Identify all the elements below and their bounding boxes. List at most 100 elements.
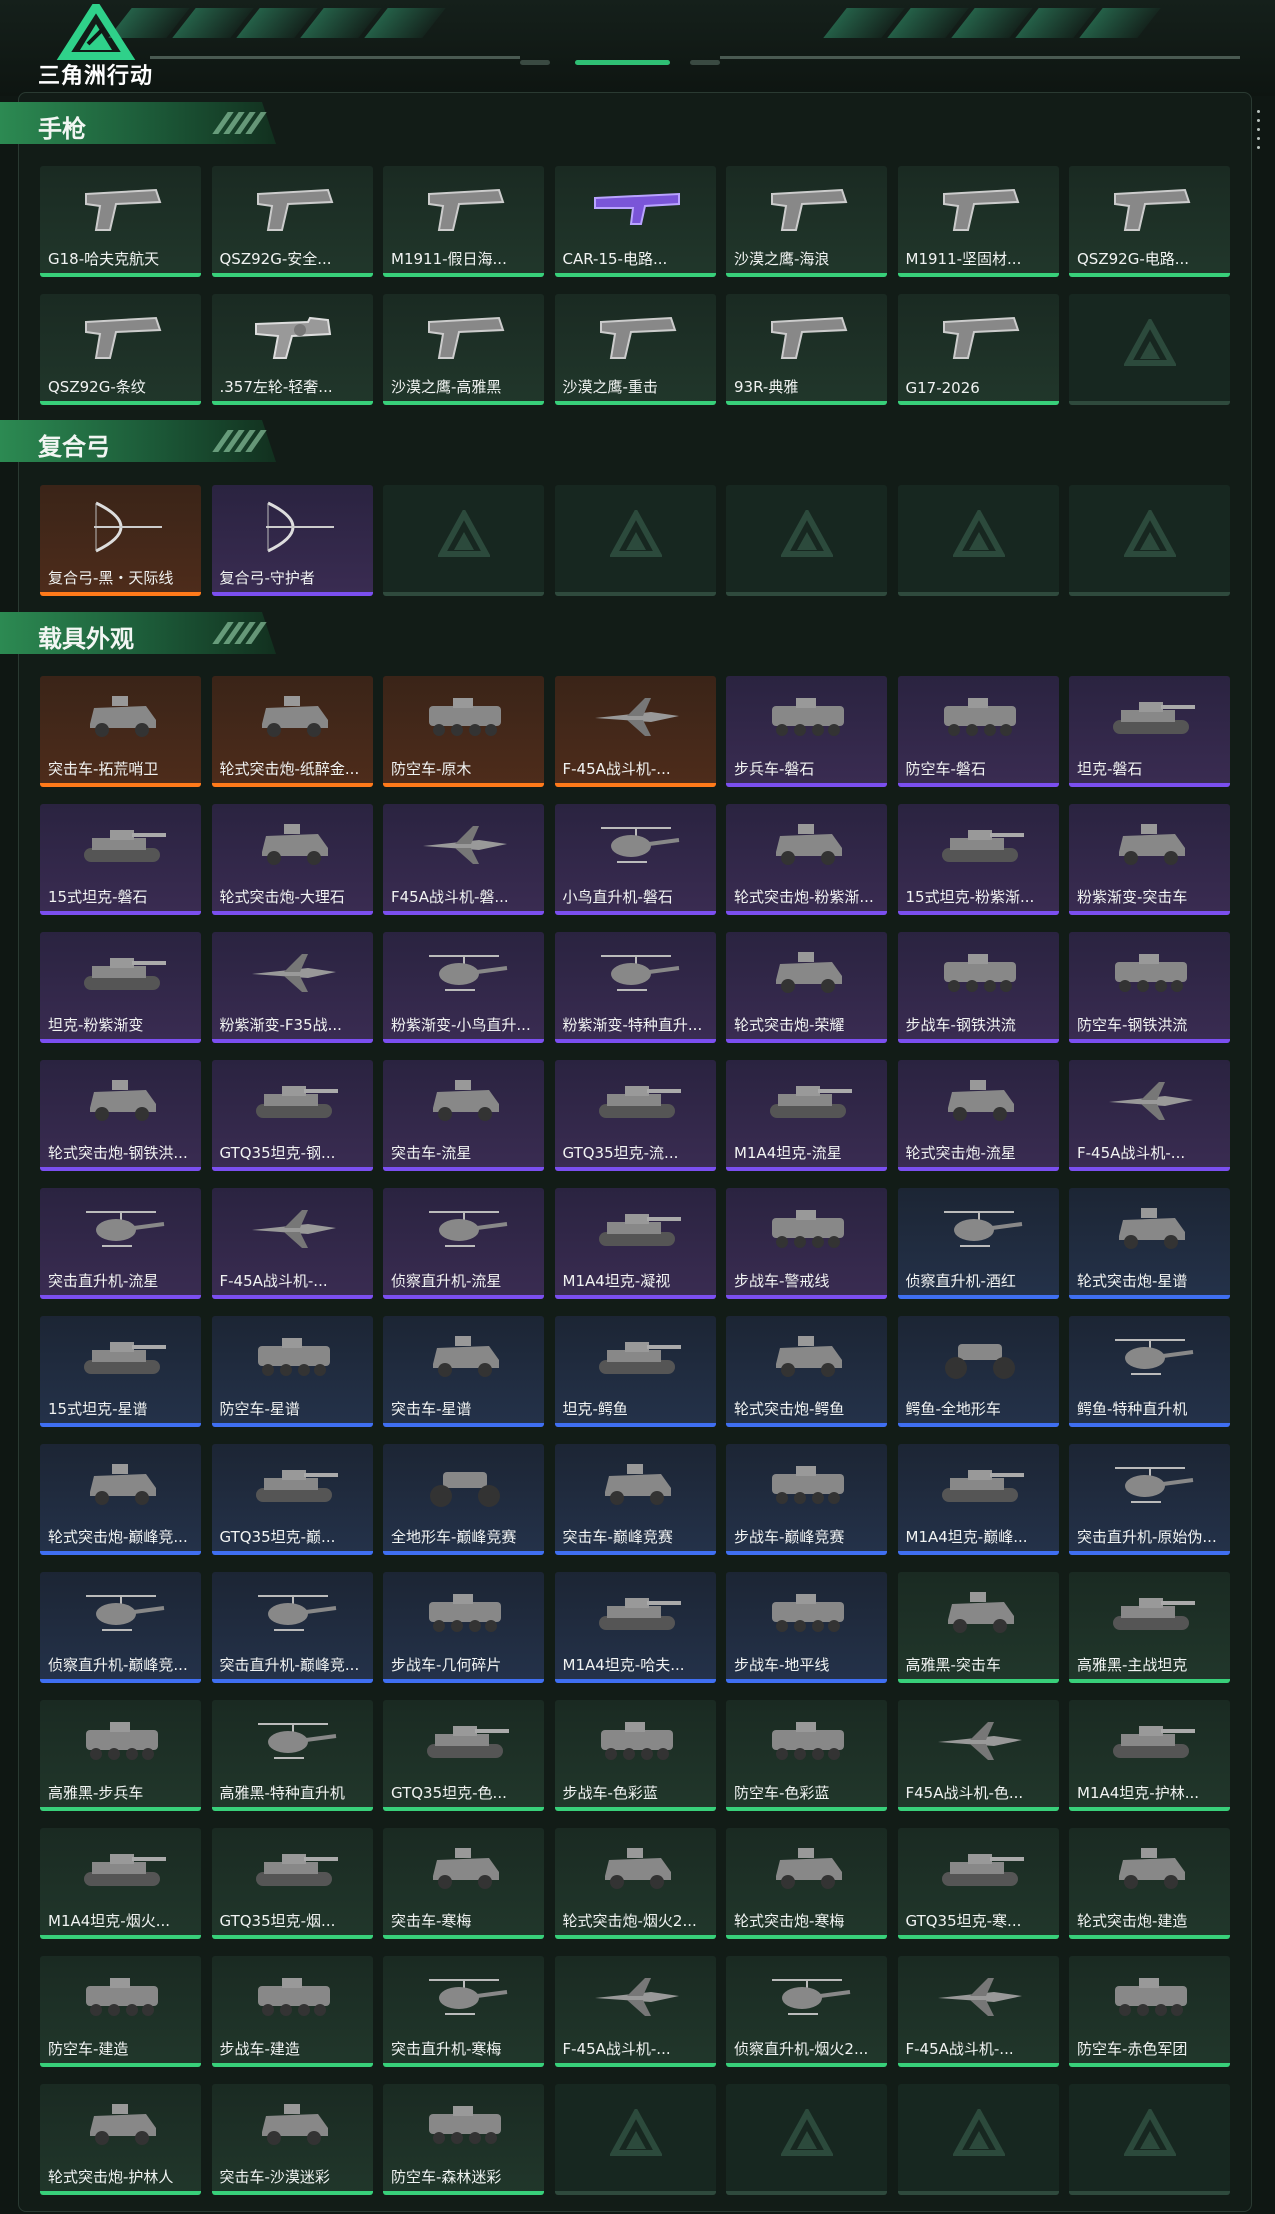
skin-card[interactable]: 轮式突击炮-流星 — [897, 1060, 1059, 1171]
skin-card[interactable]: GTQ35坦克-钢... — [211, 1060, 373, 1171]
skin-card[interactable]: 高雅黑-主战坦克 — [1069, 1572, 1230, 1683]
skin-card[interactable]: GTQ35坦克-寒... — [897, 1828, 1059, 1939]
skin-card[interactable]: 步战车-建造 — [211, 1956, 373, 2067]
skin-card[interactable]: 轮式突击炮-巅峰竞... — [40, 1444, 201, 1555]
skin-card[interactable]: 突击直升机-巅峰竞... — [211, 1572, 373, 1683]
skin-card[interactable]: 93R-典雅 — [726, 294, 887, 405]
skin-card[interactable]: 突击车-拓荒哨卫 — [40, 676, 201, 787]
skin-card[interactable]: F-45A战斗机-... — [897, 1956, 1059, 2067]
section-header-compound-bow[interactable]: 复合弓 — [0, 420, 276, 462]
skin-card[interactable]: G18-哈夫克航天 — [40, 166, 201, 277]
skin-card[interactable]: 突击车-星谱 — [383, 1316, 544, 1427]
skin-card[interactable]: 高雅黑-突击车 — [897, 1572, 1059, 1683]
skin-card[interactable]: 15式坦克-粉紫渐... — [897, 804, 1059, 915]
skin-card[interactable]: 15式坦克-磐石 — [40, 804, 201, 915]
skin-card[interactable]: 步战车-色彩蓝 — [554, 1700, 716, 1811]
skin-card[interactable]: 高雅黑-步兵车 — [40, 1700, 201, 1811]
skin-card[interactable]: 轮式突击炮-钢铁洪... — [40, 1060, 201, 1171]
skin-card[interactable]: CAR-15-电路... — [554, 166, 716, 277]
skin-card[interactable]: 侦察直升机-酒红 — [897, 1188, 1059, 1299]
skin-card[interactable]: 突击车-寒梅 — [383, 1828, 544, 1939]
skin-card[interactable]: 防空车-建造 — [40, 1956, 201, 2067]
skin-card[interactable]: 防空车-钢铁洪流 — [1069, 932, 1230, 1043]
skin-card[interactable]: 轮式突击炮-纸醉金... — [211, 676, 373, 787]
skin-card[interactable]: F-45A战斗机-... — [554, 1956, 716, 2067]
skin-card[interactable]: G17-2026 — [897, 294, 1059, 405]
skin-card[interactable]: M1A4坦克-巅峰... — [897, 1444, 1059, 1555]
skin-card[interactable]: 突击车-沙漠迷彩 — [211, 2084, 373, 2195]
skin-card[interactable]: 防空车-磐石 — [897, 676, 1059, 787]
skin-card[interactable]: 沙漠之鹰-海浪 — [726, 166, 887, 277]
skin-card[interactable]: 沙漠之鹰-高雅黑 — [383, 294, 544, 405]
skin-card[interactable]: 鳄鱼-特种直升机 — [1069, 1316, 1230, 1427]
skin-card[interactable]: 粉紫渐变-突击车 — [1069, 804, 1230, 915]
skin-card[interactable]: 轮式突击炮-粉紫渐... — [726, 804, 887, 915]
skin-card[interactable]: 粉紫渐变-特种直升... — [554, 932, 716, 1043]
skin-card[interactable]: 步战车-警戒线 — [726, 1188, 887, 1299]
skin-card[interactable]: M1911-假日海... — [383, 166, 544, 277]
skin-card[interactable]: M1911-坚固材... — [897, 166, 1059, 277]
empty-skin-slot — [383, 485, 544, 596]
skin-card[interactable]: F-45A战斗机-... — [554, 676, 716, 787]
skin-card[interactable]: QSZ92G-电路... — [1069, 166, 1230, 277]
skin-card[interactable]: 轮式突击炮-护林人 — [40, 2084, 201, 2195]
skin-card[interactable]: .357左轮-轻奢... — [211, 294, 373, 405]
skin-card[interactable]: 防空车-赤色军团 — [1069, 1956, 1230, 2067]
skin-card[interactable]: QSZ92G-安全... — [211, 166, 373, 277]
skin-card[interactable]: F-45A战斗机-... — [211, 1188, 373, 1299]
skin-card[interactable]: 轮式突击炮-星谱 — [1069, 1188, 1230, 1299]
skin-card[interactable]: 高雅黑-特种直升机 — [211, 1700, 373, 1811]
skin-card[interactable]: 粉紫渐变-F35战... — [211, 932, 373, 1043]
skin-card[interactable]: 坦克-粉紫渐变 — [40, 932, 201, 1043]
skin-card[interactable]: 小鸟直升机-磐石 — [554, 804, 716, 915]
skin-card[interactable]: 轮式突击炮-大理石 — [211, 804, 373, 915]
skin-card[interactable]: 步战车-地平线 — [726, 1572, 887, 1683]
scroll-indicator[interactable] — [1257, 110, 1261, 155]
skin-card[interactable]: 沙漠之鹰-重击 — [554, 294, 716, 405]
skin-card[interactable]: 突击直升机-流星 — [40, 1188, 201, 1299]
skin-card[interactable]: 坦克-磐石 — [1069, 676, 1230, 787]
skin-card[interactable]: 粉紫渐变-小鸟直升... — [383, 932, 544, 1043]
skin-card[interactable]: 步战车-几何碎片 — [383, 1572, 544, 1683]
section-header-pistols[interactable]: 手枪 — [0, 102, 276, 144]
skin-card[interactable]: QSZ92G-条纹 — [40, 294, 201, 405]
skin-card[interactable]: 轮式突击炮-建造 — [1069, 1828, 1230, 1939]
skin-card[interactable]: GTQ35坦克-色... — [383, 1700, 544, 1811]
skin-card[interactable]: 鳄鱼-全地形车 — [897, 1316, 1059, 1427]
skin-card[interactable]: 侦察直升机-流星 — [383, 1188, 544, 1299]
skin-card[interactable]: 步战车-巅峰竞赛 — [726, 1444, 887, 1555]
skin-card[interactable]: GTQ35坦克-烟... — [211, 1828, 373, 1939]
skin-card[interactable]: 侦察直升机-烟火2... — [726, 1956, 887, 2067]
skin-card[interactable]: 防空车-原木 — [383, 676, 544, 787]
skin-card[interactable]: 轮式突击炮-烟火2... — [554, 1828, 716, 1939]
skin-card[interactable]: 轮式突击炮-荣耀 — [726, 932, 887, 1043]
skin-card[interactable]: 复合弓-守护者 — [211, 485, 373, 596]
skin-card[interactable]: 全地形车-巅峰竞赛 — [383, 1444, 544, 1555]
skin-card[interactable]: F45A战斗机-磐... — [383, 804, 544, 915]
skin-card[interactable]: 复合弓-黑・天际线 — [40, 485, 201, 596]
skin-card[interactable]: M1A4坦克-护林... — [1069, 1700, 1230, 1811]
skin-card[interactable]: 突击直升机-寒梅 — [383, 1956, 544, 2067]
skin-card[interactable]: 突击车-流星 — [383, 1060, 544, 1171]
skin-card[interactable]: 防空车-色彩蓝 — [726, 1700, 887, 1811]
skin-card[interactable]: F45A战斗机-色... — [897, 1700, 1059, 1811]
skin-card[interactable]: 侦察直升机-巅峰竞... — [40, 1572, 201, 1683]
skin-card[interactable]: 步战车-钢铁洪流 — [897, 932, 1059, 1043]
section-header-vehicle-skins[interactable]: 载具外观 — [0, 612, 276, 654]
skin-card[interactable]: 步兵车-磐石 — [726, 676, 887, 787]
skin-card[interactable]: 轮式突击炮-鳄鱼 — [726, 1316, 887, 1427]
skin-card[interactable]: GTQ35坦克-流... — [554, 1060, 716, 1171]
skin-card[interactable]: 轮式突击炮-寒梅 — [726, 1828, 887, 1939]
skin-card[interactable]: M1A4坦克-凝视 — [554, 1188, 716, 1299]
skin-card[interactable]: 15式坦克-星谱 — [40, 1316, 201, 1427]
skin-card[interactable]: 坦克-鳄鱼 — [554, 1316, 716, 1427]
skin-card[interactable]: 突击车-巅峰竞赛 — [554, 1444, 716, 1555]
skin-card[interactable]: 突击直升机-原始伪... — [1069, 1444, 1230, 1555]
skin-card[interactable]: 防空车-星谱 — [211, 1316, 373, 1427]
skin-card[interactable]: M1A4坦克-哈夫... — [554, 1572, 716, 1683]
skin-card[interactable]: M1A4坦克-流星 — [726, 1060, 887, 1171]
skin-card[interactable]: GTQ35坦克-巅... — [211, 1444, 373, 1555]
skin-card[interactable]: F-45A战斗机-... — [1069, 1060, 1230, 1171]
skin-card[interactable]: 防空车-森林迷彩 — [383, 2084, 544, 2195]
skin-card[interactable]: M1A4坦克-烟火... — [40, 1828, 201, 1939]
